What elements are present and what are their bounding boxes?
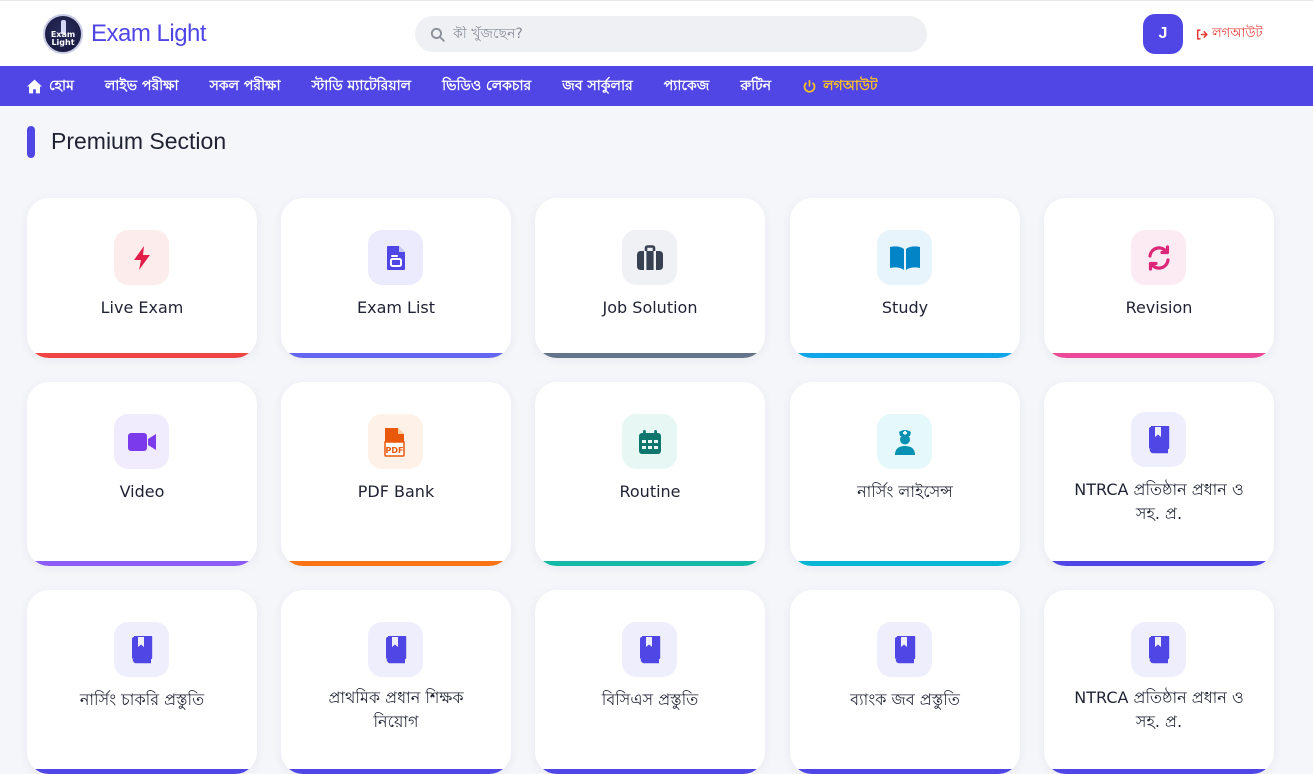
sync-icon	[1146, 244, 1172, 271]
bookmark-book-icon	[638, 635, 662, 664]
card-label: Exam List	[356, 298, 436, 317]
premium-card-12[interactable]: প্রাথমিক প্রধান শিক্ষক নিয়োগ	[281, 590, 511, 774]
nav-item-live-exam[interactable]: লাইভ পরীক্ষা	[105, 74, 179, 98]
premium-card-4[interactable]: Study	[790, 198, 1020, 358]
nav-item-home[interactable]: হোম	[26, 74, 74, 98]
nav-item-label: রুটিন	[740, 78, 772, 94]
card-icon-box	[622, 622, 677, 677]
card-icon-box	[877, 230, 932, 285]
bolt-icon	[130, 245, 154, 271]
card-icon-box	[114, 414, 169, 469]
premium-card-6[interactable]: Video	[27, 382, 257, 566]
bookmark-book-icon	[384, 635, 408, 664]
card-label: NTRCA প্রতিষ্ঠান প্রধান ও সহ. প্র.	[1074, 688, 1244, 731]
nav-item-package[interactable]: প্যাকেজ	[664, 74, 710, 98]
card-label: Job Solution	[602, 298, 698, 317]
premium-card-14[interactable]: ব্যাংক জব প্রস্তুতি	[790, 590, 1020, 774]
card-label: Revision	[1125, 298, 1193, 317]
card-icon-box	[368, 622, 423, 677]
card-icon-box	[1131, 412, 1186, 467]
card-icon-box	[622, 230, 677, 285]
section-title: Premium Section	[51, 128, 227, 154]
premium-card-5[interactable]: Revision	[1044, 198, 1274, 358]
video-camera-icon	[127, 431, 157, 453]
nav-item-label: প্যাকেজ	[663, 78, 710, 94]
logo-badge-text: Exam Light	[50, 30, 76, 47]
card-icon-box	[622, 414, 677, 469]
card-icon-box	[877, 622, 932, 677]
brand-name: Exam Light	[91, 20, 207, 47]
card-label: নার্সিং চাকরি প্রস্তুতি	[79, 690, 205, 709]
card-label: বিসিএস প্রস্তুতি	[601, 690, 699, 709]
card-label: প্রাথমিক প্রধান শিক্ষক নিয়োগ	[328, 688, 464, 731]
nav-item-label: হোম	[49, 78, 74, 94]
card-label: ব্যাংক জব প্রস্তুতি	[850, 690, 960, 709]
sign-out-icon	[1196, 29, 1208, 40]
bookmark-book-icon	[893, 635, 917, 664]
search-bar[interactable]	[415, 16, 927, 52]
header-logout-label: লগআউট	[1212, 26, 1263, 41]
premium-card-2[interactable]: Exam List	[281, 198, 511, 358]
card-label: Routine	[619, 482, 681, 501]
calendar-icon	[638, 429, 662, 455]
nav-item-study-material[interactable]: স্টাডি ম্যাটেরিয়াল	[312, 74, 412, 98]
premium-card-15[interactable]: NTRCA প্রতিষ্ঠান প্রধান ও সহ. প্র.	[1044, 590, 1274, 774]
premium-card-7[interactable]: PDF PDF Bank	[281, 382, 511, 566]
search-input[interactable]	[453, 26, 893, 42]
nav-item-label: লগআউট	[823, 78, 878, 94]
premium-card-8[interactable]: Routine	[535, 382, 765, 566]
bookmark-book-icon	[1147, 635, 1171, 664]
card-icon-box	[1131, 230, 1186, 285]
home-icon	[27, 79, 42, 93]
nav-item-routine[interactable]: রুটিন	[740, 74, 771, 98]
premium-card-9[interactable]: নার্সিং লাইসেন্স	[790, 382, 1020, 566]
nav-item-label: লাইভ পরীক্ষা	[104, 78, 179, 94]
card-label: NTRCA প্রতিষ্ঠান প্রধান ও সহ. প্র.	[1074, 480, 1244, 523]
card-icon-box	[368, 230, 423, 285]
premium-card-3[interactable]: Job Solution	[535, 198, 765, 358]
nav-item-label: সকল পরীক্ষা	[209, 78, 281, 94]
pdf-file-icon: PDF	[383, 427, 409, 457]
card-icon-box	[114, 622, 169, 677]
top-bar: Exam Light Exam Light J লগআউট	[0, 0, 1313, 66]
nav-item-label: স্টাডি ম্যাটেরিয়াল	[311, 78, 412, 94]
header-logout-button[interactable]: লগআউট	[1195, 24, 1263, 45]
nav-item-video-lecture[interactable]: ভিডিও লেকচার	[442, 74, 531, 98]
svg-text:PDF: PDF	[385, 446, 403, 455]
premium-card-11[interactable]: নার্সিং চাকরি প্রস্তুতি	[27, 590, 257, 774]
user-avatar[interactable]: J	[1143, 14, 1183, 54]
nav-item-job-circular[interactable]: জব সার্কুলার	[562, 74, 633, 98]
section-accent-bar	[27, 126, 35, 158]
brand-logo[interactable]: Exam Light Exam Light	[43, 14, 207, 54]
logo-badge-icon: Exam Light	[43, 14, 83, 54]
nav-item-logout[interactable]: লগআউট	[802, 74, 878, 98]
nurse-icon	[893, 428, 917, 456]
nav-item-label: জব সার্কুলার	[562, 78, 633, 94]
card-label: নার্সিং লাইসেন্স	[857, 482, 953, 501]
bookmark-book-icon	[1147, 425, 1171, 454]
premium-card-10[interactable]: NTRCA প্রতিষ্ঠান প্রধান ও সহ. প্র.	[1044, 382, 1274, 566]
card-icon-box	[114, 230, 169, 285]
power-icon	[803, 79, 816, 93]
document-list-icon	[386, 245, 406, 271]
card-label: Video	[119, 482, 165, 501]
premium-card-13[interactable]: বিসিএস প্রস্তুতি	[535, 590, 765, 774]
card-label: Study	[881, 298, 929, 317]
search-icon	[430, 27, 445, 42]
card-icon-box: PDF	[368, 414, 423, 469]
card-icon-box	[877, 414, 932, 469]
main-nav: হোম লাইভ পরীক্ষা সকল পরীক্ষা স্টাডি ম্যা…	[0, 66, 1313, 106]
nav-item-all-exams[interactable]: সকল পরীক্ষা	[210, 74, 281, 98]
open-book-icon	[889, 245, 921, 271]
nav-item-label: ভিডিও লেকচার	[442, 78, 532, 94]
card-label: Live Exam	[100, 298, 184, 317]
card-icon-box	[1131, 622, 1186, 677]
bookmark-book-icon	[130, 635, 154, 664]
briefcase-icon	[636, 244, 664, 271]
card-label: PDF Bank	[357, 482, 435, 501]
premium-card-1[interactable]: Live Exam	[27, 198, 257, 358]
